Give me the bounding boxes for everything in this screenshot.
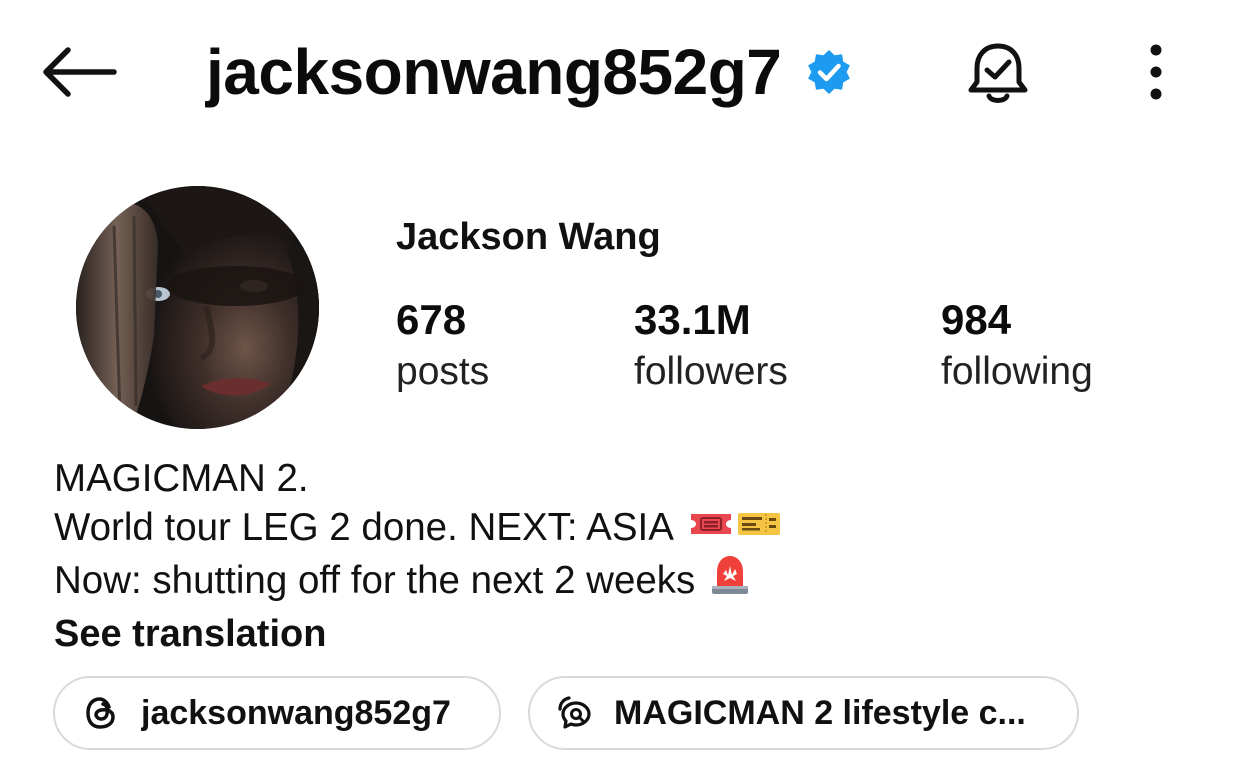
threads-link-label: jacksonwang852g7 — [141, 693, 451, 732]
more-vertical-icon — [1150, 44, 1162, 100]
notifications-button[interactable] — [962, 38, 1034, 110]
admission-tickets-emoji — [736, 503, 782, 552]
more-options-button[interactable] — [1134, 40, 1178, 104]
police-light-emoji — [709, 552, 751, 608]
back-button[interactable] — [38, 40, 120, 104]
followers-stat[interactable]: 33.1M followers — [634, 296, 788, 400]
bio-line: MAGICMAN 2. — [54, 454, 1204, 503]
threads-link-button[interactable]: jacksonwang852g7 — [53, 676, 501, 750]
following-label: following — [941, 350, 1093, 393]
broadcast-channel-label: MAGICMAN 2 lifestyle c... — [614, 693, 1026, 732]
bio: MAGICMAN 2. World tour LEG 2 done. NEXT:… — [54, 454, 1204, 660]
profile-header: jacksonwang852g7 — [0, 0, 1260, 150]
bio-line-1: MAGICMAN 2. — [54, 457, 309, 500]
threads-icon — [83, 695, 119, 731]
bio-line-2: World tour LEG 2 done. NEXT: ASIA — [54, 506, 674, 549]
following-stat[interactable]: 984 following — [941, 296, 1093, 400]
arrow-left-icon — [43, 47, 117, 97]
broadcast-channel-button[interactable]: MAGICMAN 2 lifestyle c... — [528, 676, 1079, 750]
username-title-group: jacksonwang852g7 — [206, 32, 853, 112]
followers-count: 33.1M — [634, 296, 751, 343]
verified-badge-icon — [805, 48, 853, 96]
followers-label: followers — [634, 350, 788, 393]
posts-stat[interactable]: 678 posts — [396, 296, 489, 400]
ticket-emoji — [688, 503, 734, 552]
bell-check-icon — [968, 43, 1028, 103]
see-translation-link[interactable]: See translation — [54, 608, 326, 660]
profile-photo — [76, 186, 319, 429]
bio-line-3: Now: shutting off for the next 2 weeks — [54, 558, 696, 602]
display-name: Jackson Wang — [396, 216, 661, 258]
posts-count: 678 — [396, 296, 467, 343]
following-count: 984 — [941, 296, 1012, 343]
username-title: jacksonwang852g7 — [206, 36, 782, 108]
broadcast-channel-icon — [556, 695, 592, 731]
posts-label: posts — [396, 350, 490, 393]
avatar[interactable] — [76, 186, 319, 429]
bio-line: Now: shutting off for the next 2 weeks — [54, 552, 1204, 608]
bio-line: World tour LEG 2 done. NEXT: ASIA — [54, 503, 1204, 552]
